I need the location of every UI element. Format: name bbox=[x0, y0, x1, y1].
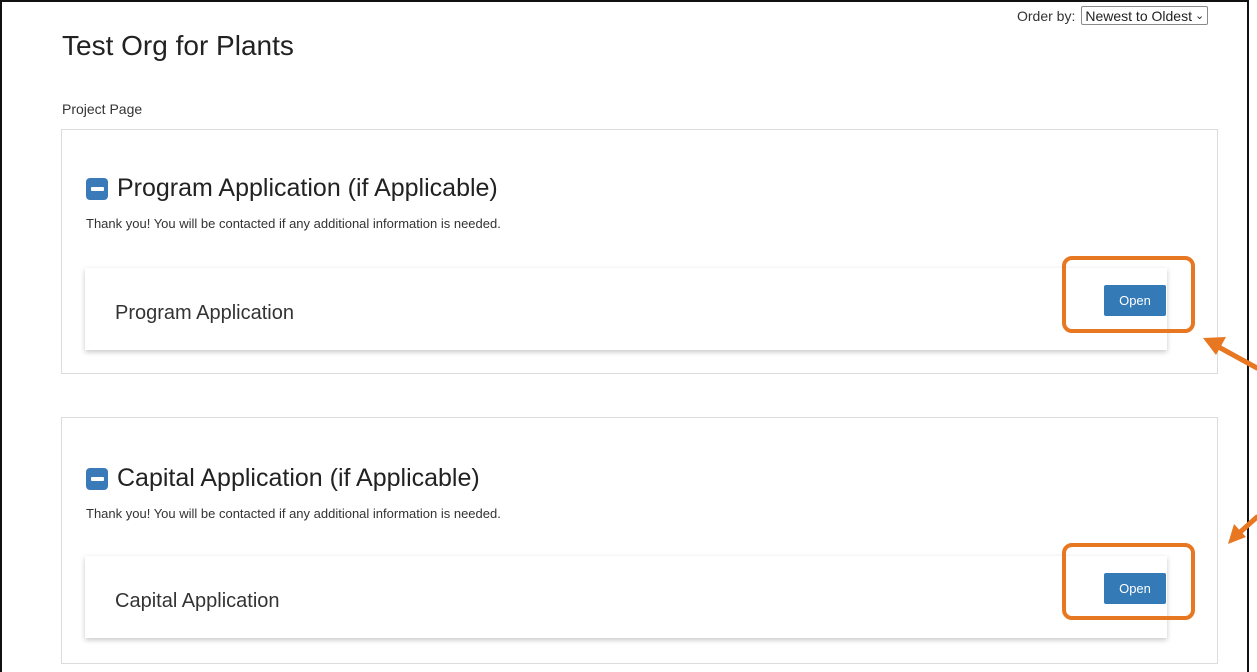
section-note: Thank you! You will be contacted if any … bbox=[86, 216, 501, 231]
section-header: Program Application (if Applicable) bbox=[86, 174, 498, 203]
section-title: Capital Application (if Applicable) bbox=[117, 464, 480, 492]
page-title: Test Org for Plants bbox=[62, 30, 294, 61]
card-title: Capital Application bbox=[115, 590, 280, 612]
application-card: Capital Application Open bbox=[85, 556, 1167, 638]
section-capital-application: Capital Application (if Applicable) Than… bbox=[61, 417, 1218, 664]
section-note: Thank you! You will be contacted if any … bbox=[86, 506, 501, 521]
section-program-application: Program Application (if Applicable) Than… bbox=[61, 129, 1218, 374]
open-program-application-button[interactable]: Open bbox=[1104, 285, 1166, 316]
section-header: Capital Application (if Applicable) bbox=[86, 464, 480, 493]
order-by-label: Order by: bbox=[1017, 7, 1076, 24]
order-by-control: Order by: Newest to Oldest ⌄ bbox=[1017, 6, 1209, 25]
collapse-icon[interactable] bbox=[86, 177, 108, 200]
open-capital-application-button[interactable]: Open bbox=[1104, 573, 1166, 604]
page-subtitle: Project Page bbox=[62, 101, 143, 117]
order-by-select[interactable]: Newest to Oldest ⌄ bbox=[1081, 6, 1209, 25]
application-card: Program Application Open bbox=[85, 268, 1167, 350]
card-title: Program Application bbox=[115, 302, 294, 324]
collapse-icon[interactable] bbox=[86, 467, 108, 490]
section-title: Program Application (if Applicable) bbox=[117, 174, 498, 202]
chevron-down-icon: ⌄ bbox=[1194, 10, 1205, 22]
order-by-selected-value: Newest to Oldest bbox=[1085, 7, 1192, 24]
